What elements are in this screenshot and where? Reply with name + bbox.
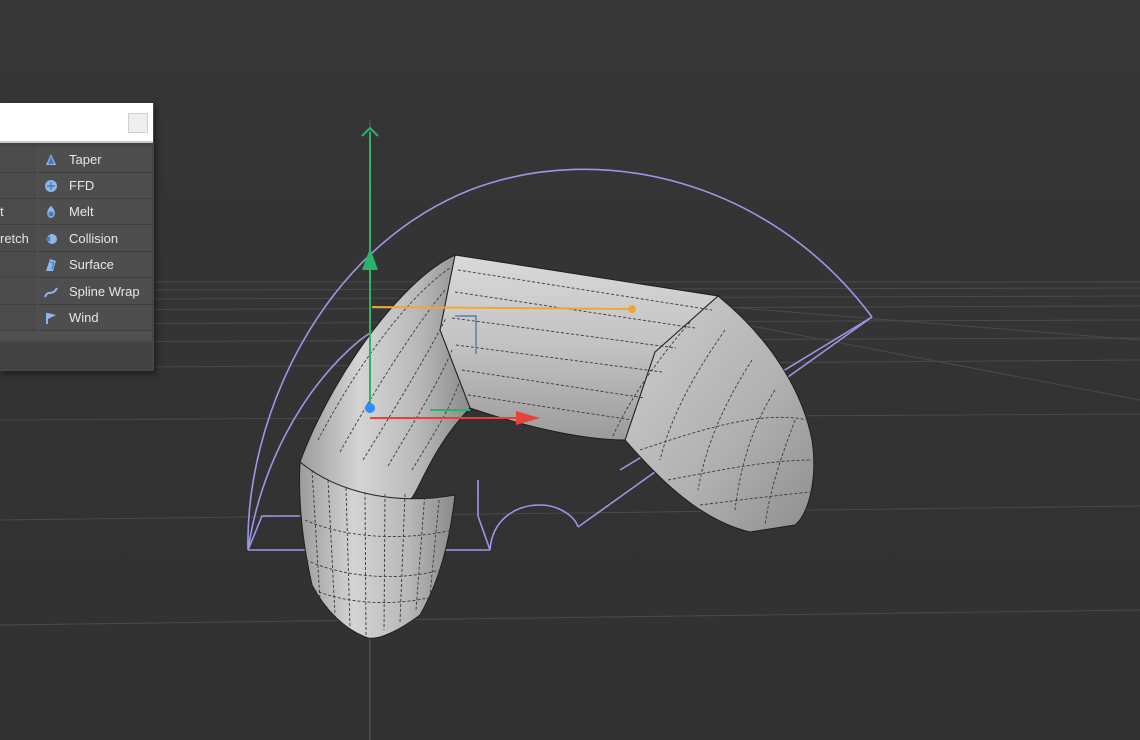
menu-item-label: Taper	[69, 152, 102, 167]
left-column-item[interactable]	[0, 305, 37, 331]
deformer-popup-menu: t retch Taper FFD Melt Collision Surface…	[0, 103, 154, 371]
left-column-item[interactable]: t	[0, 199, 37, 225]
menu-item-surface[interactable]: Surface	[39, 252, 152, 278]
menu-item-label: Wind	[69, 310, 99, 325]
3d-viewport[interactable]	[0, 0, 1140, 740]
taper-deformer-icon	[46, 154, 56, 165]
left-column-item[interactable]	[0, 252, 37, 278]
menu-item-wind[interactable]: Wind	[39, 305, 152, 331]
bent-tube-mesh	[299, 254, 815, 639]
spline-wrap-deformer-icon	[44, 287, 58, 298]
left-column-item[interactable]	[0, 279, 37, 305]
collision-deformer-icon	[45, 234, 57, 244]
menu-item-label: Collision	[69, 231, 119, 246]
menu-grid: t retch Taper FFD Melt Collision Surface…	[0, 147, 152, 341]
menu-item-collision[interactable]: Collision	[39, 226, 152, 252]
menu-item-ffd[interactable]: FFD	[39, 173, 152, 199]
search-field[interactable]	[0, 103, 153, 143]
ffd-deformer-icon	[45, 180, 57, 192]
viewport-scene[interactable]	[0, 0, 1140, 740]
wind-deformer-icon	[46, 313, 56, 324]
melt-deformer-icon	[47, 206, 55, 218]
surface-deformer-icon	[46, 259, 56, 271]
left-column-label: retch	[0, 231, 29, 246]
menu-item-label: Melt	[69, 204, 94, 219]
menu-item-label: Spline Wrap	[69, 284, 140, 299]
menu-item-spline-wrap[interactable]: Spline Wrap	[39, 279, 152, 305]
menu-item-melt[interactable]: Melt	[39, 199, 152, 225]
left-column-item[interactable]: retch	[0, 226, 37, 252]
menu-item-label: Surface	[69, 257, 114, 272]
left-column-label: t	[0, 204, 4, 219]
left-column-item[interactable]	[0, 173, 37, 199]
clear-search-icon[interactable]	[128, 113, 148, 133]
popup-footer	[0, 343, 152, 369]
menu-item-taper[interactable]: Taper	[39, 147, 152, 173]
left-column-item[interactable]	[0, 147, 37, 173]
menu-item-label: FFD	[69, 178, 95, 193]
